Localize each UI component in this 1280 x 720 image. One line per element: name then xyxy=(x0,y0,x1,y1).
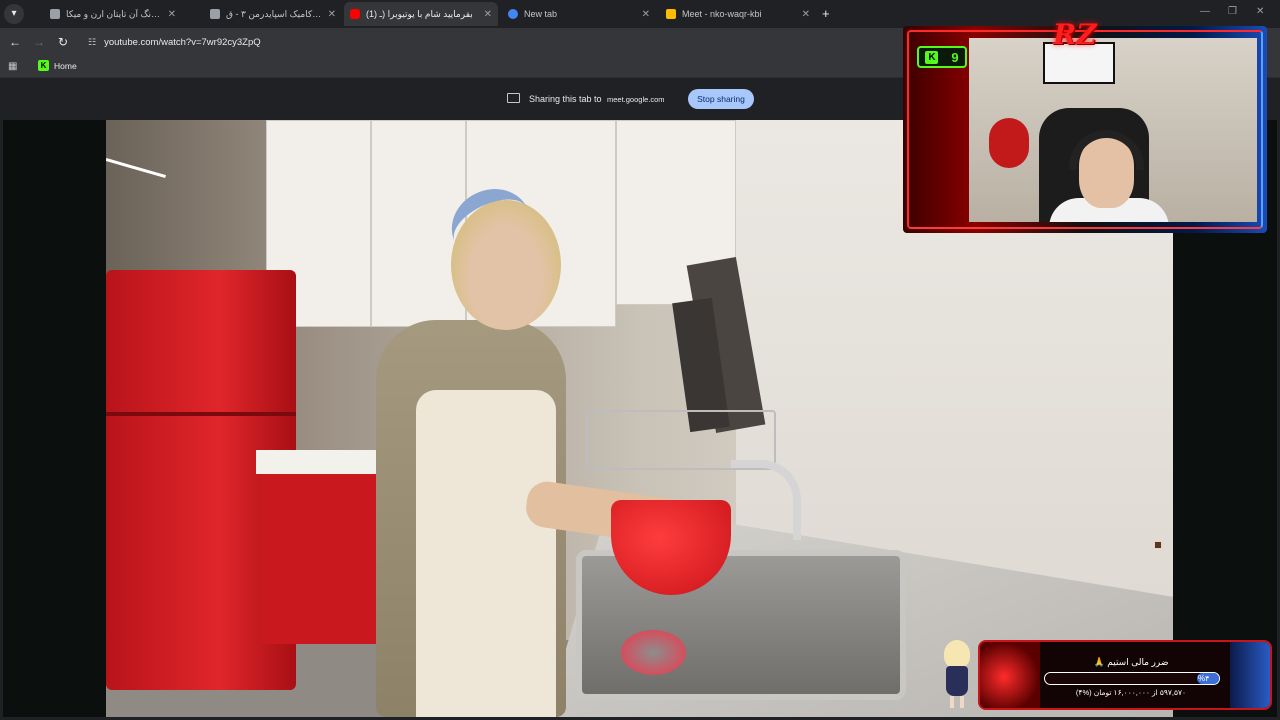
webcam-feed xyxy=(969,38,1257,222)
kick-icon: K xyxy=(925,50,939,64)
video-scene-light xyxy=(106,158,167,179)
scout-emblem-icon xyxy=(1230,642,1270,708)
tab-2[interactable]: قاب طرح کامیک اسپایدرمن ۳ - ق ✕ xyxy=(204,2,342,26)
tab-favicon-icon xyxy=(210,9,220,19)
goal-progress-bar xyxy=(1044,672,1220,685)
goal-percent-label: %۴ xyxy=(1198,674,1210,683)
rz-logo: RZ xyxy=(1053,18,1097,51)
tab-favicon-icon xyxy=(50,9,60,19)
site-info-icon[interactable]: ☷ xyxy=(88,37,96,48)
chrome-newtab-icon xyxy=(508,9,518,19)
youtube-icon xyxy=(350,9,360,19)
video-scene-fridge-door xyxy=(106,412,296,416)
tab-title: قاب طرح انگ آن تایتان ارن و میکا xyxy=(66,8,162,19)
bookmark-home[interactable]: K Home xyxy=(38,60,77,71)
video-scene-sponge xyxy=(621,630,686,675)
goal-progress-text: ۵۹۷,۵۷۰ از ۱۶,۰۰۰,۰۰۰ تومان (%۴) xyxy=(1075,688,1187,697)
stop-sharing-button[interactable]: Stop sharing xyxy=(688,89,754,109)
tab-search-button[interactable]: ▾ xyxy=(4,4,24,24)
tab-close-icon[interactable]: ✕ xyxy=(168,9,176,20)
sharing-domain: meet.google.com xyxy=(607,95,665,104)
bookmark-label: Home xyxy=(54,60,77,71)
video-scene-apron xyxy=(416,390,556,717)
tab-close-icon[interactable]: ✕ xyxy=(642,9,650,20)
tab-close-icon[interactable]: ✕ xyxy=(328,9,336,20)
address-bar[interactable]: ☷ youtube.com/watch?v=7wr92cy3ZpQ xyxy=(82,32,902,52)
forward-icon[interactable]: → xyxy=(32,35,46,49)
donation-goal-widget: ضرر مالی استیم 🙏 %۴ ۵۹۷,۵۷۰ از ۱۶,۰۰۰,۰۰… xyxy=(978,640,1272,710)
mascot-hair xyxy=(944,640,970,668)
viewer-count: 9 xyxy=(951,49,959,65)
tab-4[interactable]: New tab ✕ xyxy=(502,2,656,26)
tab-close-icon[interactable]: ✕ xyxy=(802,9,810,20)
tab-title: Meet - nko-waqr-kbi xyxy=(682,9,762,19)
apps-grid-icon[interactable]: ▦ xyxy=(8,61,17,72)
anime-mascot-icon xyxy=(938,640,974,710)
screen-share-icon xyxy=(507,93,520,103)
goal-title: ضرر مالی استیم 🙏 xyxy=(1093,657,1169,667)
url-text[interactable]: youtube.com/watch?v=7wr92cy3ZpQ xyxy=(104,37,261,48)
tab-title: New tab xyxy=(524,9,558,19)
webcam-decor xyxy=(989,118,1029,168)
tab-close-icon[interactable]: ✕ xyxy=(484,9,492,20)
maximize-icon[interactable]: ❐ xyxy=(1228,6,1237,17)
reload-icon[interactable]: ↻ xyxy=(56,35,70,49)
tab-title: قاب طرح کامیک اسپایدرمن ۳ - ق xyxy=(226,8,322,19)
mascot-legs xyxy=(950,696,964,708)
video-scene-faucet xyxy=(731,460,801,540)
new-tab-button[interactable]: + xyxy=(822,6,830,21)
tab-5[interactable]: Meet - nko-waqr-kbi ✕ xyxy=(660,2,816,26)
hand-art-icon xyxy=(980,642,1040,708)
back-icon[interactable]: ← xyxy=(8,35,22,49)
minimize-icon[interactable]: — xyxy=(1200,6,1210,17)
mouse-cursor-icon xyxy=(1154,541,1162,549)
mascot-dress xyxy=(946,666,968,696)
sharing-text: Sharing this tab to xyxy=(529,94,602,104)
tab-3-active[interactable]: (1) بفرمایید شام با یوتیوبرا (ـ ✕ xyxy=(344,2,498,26)
tab-title: (1) بفرمایید شام با یوتیوبرا (ـ xyxy=(366,8,473,19)
kick-icon: K xyxy=(38,60,49,71)
tab-1[interactable]: قاب طرح انگ آن تایتان ارن و میکا ✕ xyxy=(44,2,182,26)
window-close-icon[interactable]: ✕ xyxy=(1256,6,1264,17)
webcam-overlay: RZ K 9 xyxy=(903,18,1267,233)
kick-viewers-badge: K 9 xyxy=(917,46,967,68)
google-meet-icon xyxy=(666,9,676,19)
